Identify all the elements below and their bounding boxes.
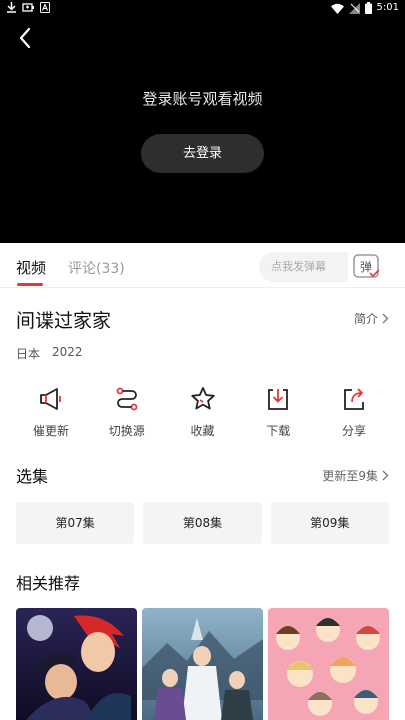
episodes-more-link[interactable]: 更新至9集 <box>322 467 389 484</box>
download-box-icon <box>268 389 289 410</box>
active-tab-indicator <box>17 283 43 286</box>
intro-link[interactable]: 简介 <box>354 310 389 327</box>
download-icon <box>7 2 16 13</box>
share-icon <box>344 388 364 410</box>
episode-item[interactable]: 第07集 <box>16 502 135 544</box>
login-prompt: 登录账号观看视频 <box>142 90 263 108</box>
urge-update-label: 催更新 <box>32 424 69 438</box>
battery-icon <box>364 2 372 14</box>
show-title: 间谍过家家 <box>16 310 112 332</box>
recommendation-poster[interactable] <box>268 608 389 720</box>
status-time: 5:01 <box>376 2 399 13</box>
show-year: 2022 <box>52 345 83 359</box>
danmu-toggle-label: 弹 <box>360 260 372 274</box>
tab-video[interactable]: 视频 <box>16 257 46 278</box>
star-icon <box>190 387 215 410</box>
episodes-update-status: 更新至9集 <box>322 469 378 483</box>
tab-bar: 视频 评论(33) 点我发弹幕 弹 <box>0 243 405 288</box>
wifi-icon <box>330 3 344 14</box>
status-bar: 5:01 <box>0 0 405 17</box>
show-region: 日本 <box>16 347 41 361</box>
episode-list: 第07集 第08集 第09集 <box>16 502 389 544</box>
no-signal-icon <box>348 2 360 14</box>
intro-label: 简介 <box>353 312 378 326</box>
chevron-right-icon <box>382 313 389 324</box>
recommendation-poster[interactable] <box>16 608 137 720</box>
favorite-button[interactable]: 收藏 <box>168 382 238 442</box>
share-button[interactable]: 分享 <box>319 382 389 442</box>
recommendations-heading: 相关推荐 <box>16 574 81 593</box>
download-button[interactable]: 下载 <box>243 382 313 442</box>
action-bar: 催更新 切换源 收藏 下载 分享 <box>16 382 389 442</box>
chevron-right-icon <box>382 470 389 481</box>
megaphone-icon <box>40 388 61 410</box>
back-arrow-icon[interactable] <box>14 26 38 50</box>
urge-update-button[interactable]: 催更新 <box>16 382 86 442</box>
download-label: 下载 <box>266 424 291 438</box>
episode-item[interactable]: 第08集 <box>143 502 262 544</box>
video-player[interactable]: 5:01 登录账号观看视频 去登录 <box>0 0 405 243</box>
tab-comments[interactable]: 评论(33) <box>68 258 125 278</box>
danmu-input[interactable]: 点我发弹幕 <box>259 252 348 282</box>
favorite-label: 收藏 <box>190 424 215 438</box>
recommendation-list <box>16 608 389 720</box>
login-button[interactable]: 去登录 <box>141 134 264 173</box>
switch-source-button[interactable]: 切换源 <box>92 382 162 442</box>
a-icon <box>40 2 50 13</box>
share-label: 分享 <box>341 424 366 438</box>
battery-saver-icon <box>22 3 34 12</box>
recommendation-poster[interactable] <box>142 608 263 720</box>
route-switch-icon <box>116 387 138 411</box>
switch-source-label: 切换源 <box>108 424 145 438</box>
show-meta: 日本 2022 <box>16 345 83 362</box>
episodes-heading: 选集 <box>16 467 49 486</box>
danmu-toggle-icon[interactable]: 弹 <box>353 254 381 280</box>
episode-item[interactable]: 第09集 <box>270 502 389 544</box>
